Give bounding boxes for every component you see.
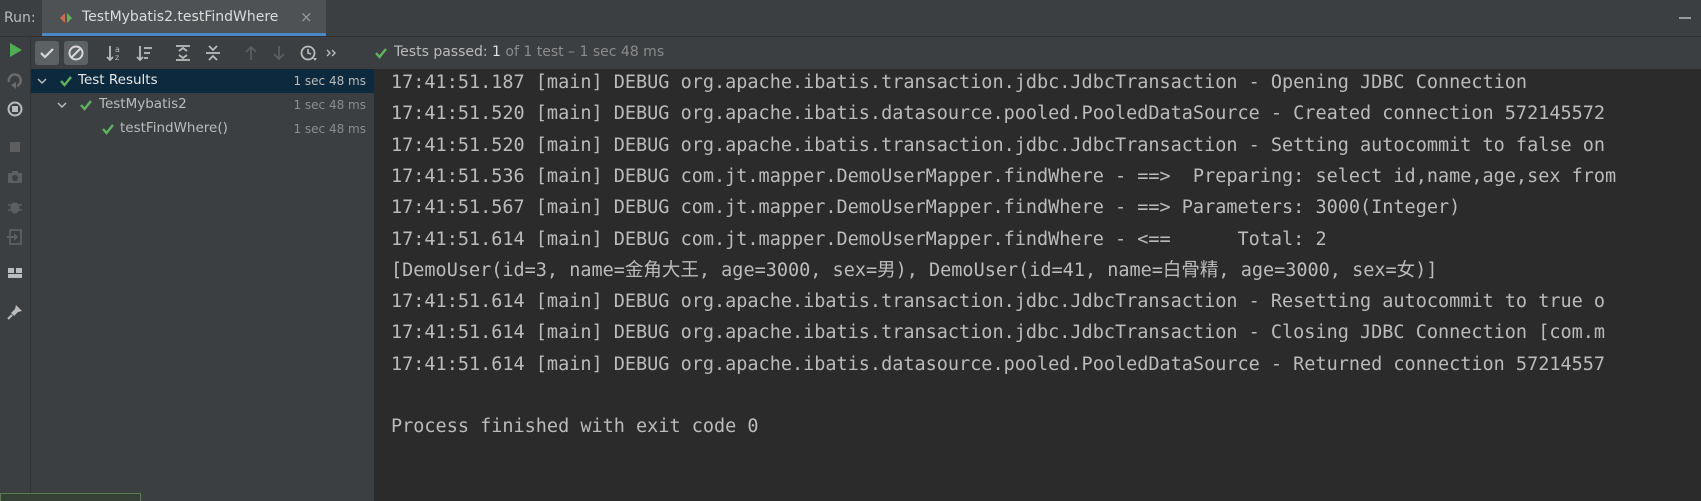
collapse-all-button[interactable] xyxy=(201,41,225,65)
console-line: 17:41:51.614 [main] DEBUG org.apache.iba… xyxy=(391,354,1606,375)
layout-icon[interactable] xyxy=(5,263,25,283)
close-tab-icon[interactable]: × xyxy=(300,8,313,26)
run-tool-window-header: Run: TestMybatis2.testFindWhere × xyxy=(0,0,1701,37)
run-side-toolbar xyxy=(0,37,31,501)
minimize-icon[interactable] xyxy=(1679,17,1691,19)
tree-node-test-results[interactable]: Test Results 1 sec 48 ms xyxy=(31,69,374,93)
chevron-down-icon[interactable] xyxy=(37,76,47,86)
test-run-config-icon xyxy=(60,13,72,23)
chevron-down-icon[interactable] xyxy=(57,100,67,110)
tree-node-test-class[interactable]: TestMybatis2 1 sec 48 ms xyxy=(31,93,374,117)
console-line: 17:41:51.520 [main] DEBUG org.apache.iba… xyxy=(391,135,1606,156)
stop-icon[interactable] xyxy=(5,137,25,157)
expand-all-button[interactable] xyxy=(171,41,195,65)
console-line: 17:41:51.614 [main] DEBUG org.apache.iba… xyxy=(391,322,1606,343)
more-icon xyxy=(326,49,336,57)
tree-node-label: TestMybatis2 xyxy=(99,96,187,112)
console-line: Process finished with exit code 0 xyxy=(391,416,759,437)
passed-check-icon xyxy=(102,124,114,135)
tree-node-label: testFindWhere() xyxy=(120,120,228,136)
passed-check-icon xyxy=(80,100,92,111)
test-results-tree: Test Results 1 sec 48 ms TestMybatis2 1 … xyxy=(31,69,375,501)
test-tree-toolbar: a z xyxy=(31,37,374,69)
status-detail: of 1 test – 1 sec 48 ms xyxy=(505,44,665,60)
test-status-bar: Tests passed: 1 of 1 test – 1 sec 48 ms xyxy=(374,37,1701,69)
console-line: 17:41:51.536 [main] DEBUG com.jt.mapper.… xyxy=(391,166,1617,187)
console-line: [DemoUser(id=3, name=金角大王, age=3000, sex… xyxy=(391,260,1438,281)
next-failed-icon xyxy=(273,46,285,61)
console-line: 17:41:51.187 [main] DEBUG org.apache.iba… xyxy=(391,72,1528,93)
test-history-button[interactable] xyxy=(297,41,321,65)
console-line: 17:41:51.614 [main] DEBUG org.apache.iba… xyxy=(391,291,1606,312)
show-passed-icon xyxy=(40,48,54,59)
expand-all-icon xyxy=(176,45,190,61)
test-history-icon xyxy=(300,45,317,61)
status-passed-count: 1 xyxy=(492,44,501,60)
tree-node-test-method[interactable]: testFindWhere() 1 sec 48 ms xyxy=(31,117,374,141)
sort-alpha-icon: a z xyxy=(106,45,120,62)
exit-icon[interactable] xyxy=(5,227,25,247)
next-failed-test-button[interactable] xyxy=(267,41,291,65)
tree-node-label: Test Results xyxy=(78,72,158,88)
sort-duration-icon xyxy=(136,46,152,62)
sort-alphabetically-button[interactable]: a z xyxy=(103,41,127,65)
test-status-text: Tests passed: 1 of 1 test – 1 sec 48 ms xyxy=(394,44,664,60)
toggle-auto-test-icon[interactable] xyxy=(5,99,25,119)
show-ignored-button[interactable] xyxy=(64,41,88,65)
pin-icon[interactable] xyxy=(5,302,25,322)
show-ignored-icon xyxy=(68,45,84,61)
console-output[interactable]: 17:41:51.187 [main] DEBUG org.apache.iba… xyxy=(375,69,1701,501)
tree-node-duration: 1 sec 48 ms xyxy=(293,98,366,112)
rerun-failed-icon[interactable] xyxy=(5,70,25,90)
status-passed-label: Tests passed: xyxy=(394,44,488,60)
run-tab-title: TestMybatis2.testFindWhere xyxy=(82,9,279,25)
svg-text:z: z xyxy=(115,53,119,62)
debug-icon[interactable] xyxy=(5,197,25,217)
previous-failed-test-button[interactable] xyxy=(239,41,263,65)
rerun-icon[interactable] xyxy=(5,40,25,60)
console-line: 17:41:51.567 [main] DEBUG com.jt.mapper.… xyxy=(391,197,1461,218)
bottom-status-indicator xyxy=(0,493,141,501)
console-line: 17:41:51.614 [main] DEBUG com.jt.mapper.… xyxy=(391,229,1327,250)
sort-by-duration-button[interactable] xyxy=(133,41,157,65)
camera-icon[interactable] xyxy=(5,167,25,187)
tree-node-duration: 1 sec 48 ms xyxy=(293,122,366,136)
more-actions-button[interactable] xyxy=(325,41,339,65)
passed-check-icon xyxy=(60,76,72,87)
run-tab[interactable]: TestMybatis2.testFindWhere × xyxy=(42,0,326,36)
tree-node-duration: 1 sec 48 ms xyxy=(293,74,366,88)
tests-passed-icon xyxy=(375,48,387,59)
show-passed-button[interactable] xyxy=(35,41,59,65)
run-label: Run: xyxy=(4,10,36,26)
console-line: 17:41:51.520 [main] DEBUG org.apache.iba… xyxy=(391,103,1606,124)
previous-failed-icon xyxy=(245,45,257,60)
collapse-all-icon xyxy=(206,45,220,61)
